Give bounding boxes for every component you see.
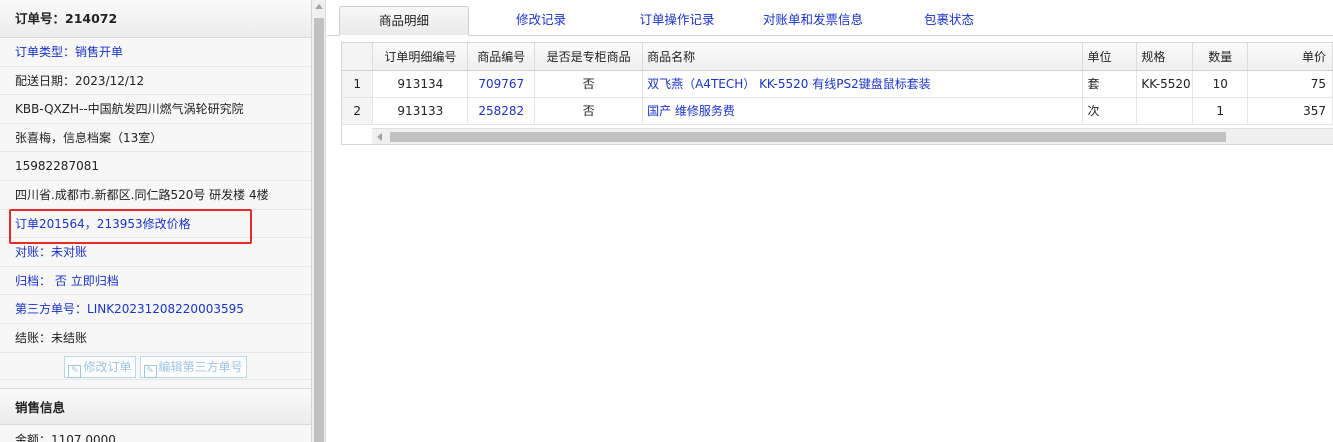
counter-cell: 否 [534, 70, 644, 98]
remark-row[interactable]: 订单201564，213953修改价格 [0, 210, 311, 239]
archive-value: 否 [54, 273, 67, 288]
left-panel-scrollbar[interactable] [312, 0, 326, 442]
order-type-row: 订单类型：销售开单 [0, 38, 311, 67]
order-number: 214072 [65, 11, 118, 26]
delivery-date-row: 配送日期：2023/12/12 [0, 67, 311, 96]
edit-icon: ✎ [143, 364, 157, 378]
order-number-header: 订单号：214072 [0, 0, 311, 38]
counter-cell: 否 [534, 97, 644, 125]
product-id-link[interactable]: 258282 [467, 97, 536, 125]
edit-third-party-label: 编辑第三方单号 [158, 359, 243, 374]
reconcile-label: 对账： [15, 245, 52, 260]
order-type-label: 订单类型： [15, 45, 76, 59]
tab-order-operation-records[interactable]: 订单操作记录 [613, 6, 741, 36]
tab-product-details[interactable]: 商品明细 [339, 6, 469, 36]
edit-order-button[interactable]: ✎ 修改订单 [64, 355, 136, 378]
col-price[interactable]: 单价 [1247, 43, 1333, 71]
archive-label: 归档： [15, 273, 52, 288]
product-name-link[interactable]: 国产 维修服务费 [642, 97, 1084, 125]
col-detail-id[interactable]: 订单明细编号 [372, 43, 469, 71]
product-id-link[interactable]: 709767 [467, 70, 536, 98]
unit-cell: 次 [1082, 97, 1138, 125]
table-row[interactable]: 2 913133 258282 否 国产 维修服务费 次 1 357 [342, 97, 1333, 125]
product-table: 订单明细编号 商品编号 是否是专柜商品 商品名称 单位 规格 数量 单价 1 9… [342, 43, 1333, 125]
sales-info-header: 销售信息 [0, 387, 311, 425]
reconcile-row: 对账：未对账 [0, 238, 311, 267]
scroll-left-arrow-icon[interactable] [377, 133, 382, 141]
phone-row: 15982287081 [0, 152, 311, 181]
unit-cell: 套 [1082, 70, 1138, 98]
row-number: 1 [342, 70, 374, 98]
contact-row: 张喜梅，信息档案（13室） [0, 124, 311, 153]
horizontal-scroll-thumb[interactable] [390, 132, 1226, 142]
scroll-thumb[interactable] [314, 18, 324, 442]
third-party-label: 第三方单号： [15, 302, 88, 317]
edit-icon: ✎ [68, 364, 82, 378]
col-product-id[interactable]: 商品编号 [467, 43, 536, 71]
tab-bar: 商品明细 修改记录 订单操作记录 对账单和发票信息 包裹状态 [327, 0, 1333, 36]
order-number-label: 订单号： [15, 11, 66, 26]
rownum-header [342, 43, 374, 71]
product-name-link[interactable]: 双飞燕（A4TECH） KK-5520 有线PS2键盘鼠标套装 [642, 70, 1084, 98]
col-spec[interactable]: 规格 [1136, 43, 1194, 71]
third-party-row: 第三方单号：LINK20231208220003595 [0, 295, 311, 324]
table-row[interactable]: 1 913134 709767 否 双飞燕（A4TECH） KK-5520 有线… [342, 70, 1333, 98]
tab-modify-records[interactable]: 修改记录 [483, 6, 599, 36]
reconcile-status: 未对账 [51, 245, 88, 260]
action-buttons: ✎ 修改订单 ✎ 编辑第三方单号 [0, 353, 311, 380]
sales-amount: 金额：1107.0000 [15, 432, 116, 442]
edit-order-label: 修改订单 [83, 359, 132, 374]
customer-row: KBB-QXZH--中国航发四川燃气涡轮研究院 [0, 95, 311, 124]
archive-now-link[interactable]: 立即归档 [71, 274, 119, 288]
tab-statement-invoice[interactable]: 对账单和发票信息 [743, 6, 883, 36]
col-product-name[interactable]: 商品名称 [642, 43, 1084, 71]
tab-package-status[interactable]: 包裹状态 [893, 6, 1005, 36]
table-header-row: 订单明细编号 商品编号 是否是专柜商品 商品名称 单位 规格 数量 单价 [342, 43, 1333, 71]
detail-id-cell: 913133 [372, 97, 469, 125]
grid-horizontal-scrollbar[interactable] [372, 128, 1333, 144]
scroll-up-arrow-icon[interactable] [315, 4, 323, 9]
detail-area: 商品明细 修改记录 订单操作记录 对账单和发票信息 包裹状态 订单明细编号 商品… [327, 0, 1333, 442]
edit-third-party-button[interactable]: ✎ 编辑第三方单号 [139, 355, 247, 378]
qty-cell: 1 [1192, 97, 1249, 125]
spec-cell: KK-5520 [1136, 70, 1194, 98]
row-number: 2 [342, 97, 374, 125]
price-cell: 75 [1247, 70, 1333, 98]
col-counter[interactable]: 是否是专柜商品 [534, 43, 644, 71]
spec-cell [1136, 97, 1194, 125]
col-unit[interactable]: 单位 [1082, 43, 1138, 71]
order-info-panel: 订单号：214072 订单类型：销售开单 配送日期：2023/12/12 KBB… [0, 0, 312, 442]
col-qty[interactable]: 数量 [1192, 43, 1249, 71]
qty-cell: 10 [1192, 70, 1249, 98]
archive-row: 归档： 否 立即归档 [0, 267, 311, 296]
price-cell: 357 [1247, 97, 1333, 125]
detail-id-cell: 913134 [372, 70, 469, 98]
third-party-number[interactable]: LINK20231208220003595 [87, 302, 244, 316]
address-row: 四川省.成都市.新都区.同仁路520号 研发楼 4楼 [0, 181, 311, 210]
order-type: 销售开单 [75, 45, 124, 59]
settle-row: 结账：未结账 [0, 324, 311, 353]
product-grid: 订单明细编号 商品编号 是否是专柜商品 商品名称 单位 规格 数量 单价 1 9… [341, 42, 1333, 145]
